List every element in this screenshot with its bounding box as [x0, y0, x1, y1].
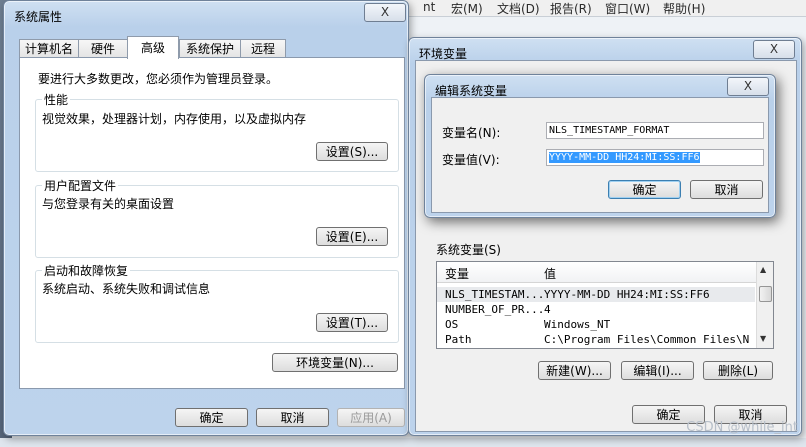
- close-button[interactable]: X: [364, 3, 406, 22]
- delete-variable-button[interactable]: 删除(L): [703, 361, 773, 380]
- var-name: Path: [445, 333, 472, 346]
- user-profiles-label: 用户配置文件: [42, 177, 119, 194]
- tab-computer-name[interactable]: 计算机名: [19, 39, 79, 58]
- variable-value-input[interactable]: YYYY-MM-DD HH24:MI:SS:FF6: [546, 149, 764, 166]
- table-row[interactable]: OS Windows_NT: [437, 317, 755, 332]
- edit-variable-body: 变量名(N): NLS_TIMESTAMP_FORMAT 变量值(V): YYY…: [431, 97, 769, 213]
- window-title: 系统属性: [14, 10, 63, 24]
- close-button[interactable]: X: [727, 77, 769, 96]
- var-value: YYYY-MM-DD HH24:MI:SS:FF6: [544, 288, 710, 301]
- performance-settings-button[interactable]: 设置(S)...: [316, 142, 388, 161]
- system-variables-list[interactable]: 变量 值 NLS_TIMESTAM... YYYY-MM-DD HH24:MI:…: [436, 261, 774, 349]
- system-variables-label: 系统变量(S): [436, 243, 501, 257]
- scroll-up-icon[interactable]: ▲: [760, 265, 766, 274]
- close-button[interactable]: X: [753, 40, 795, 59]
- scroll-thumb[interactable]: [759, 286, 772, 302]
- cancel-button[interactable]: 取消: [690, 180, 763, 199]
- user-profiles-description: 与您登录有关的桌面设置: [42, 197, 175, 211]
- list-header: 变量 值: [437, 262, 773, 283]
- var-value: C:\Program Files\Common Files\N: [544, 333, 750, 346]
- column-header-variable[interactable]: 变量: [445, 265, 469, 282]
- variable-name-input[interactable]: NLS_TIMESTAMP_FORMAT: [546, 122, 764, 139]
- background-taskbar: [0, 438, 806, 447]
- apply-button[interactable]: 应用(A): [337, 408, 405, 427]
- system-properties-window: 系统属性 X 计算机名 硬件 高级 系统保护 远程 要进行大多数更改，您必须作为…: [3, 0, 409, 436]
- var-name: NLS_TIMESTAM...: [445, 288, 545, 301]
- table-row[interactable]: Path C:\Program Files\Common Files\N: [437, 332, 755, 347]
- user-profiles-settings-button[interactable]: 设置(E)...: [316, 227, 388, 246]
- var-name: OS: [445, 318, 459, 331]
- background-app-menubar: nt 宏(M) 文档(D) 报告(R) 窗口(W) 帮助(H): [405, 0, 806, 17]
- tab-page-advanced: 要进行大多数更改，您必须作为管理员登录。 性能 视觉效果，处理器计划，内存使用，…: [19, 57, 405, 389]
- startup-recovery-label: 启动和故障恢复: [42, 262, 131, 279]
- variable-name-label: 变量名(N):: [442, 126, 501, 140]
- bg-menu-item[interactable]: 帮助(H): [663, 0, 705, 17]
- vertical-scrollbar[interactable]: ▲ ▼: [756, 262, 773, 348]
- new-variable-button[interactable]: 新建(W)...: [538, 361, 611, 380]
- startup-recovery-settings-button[interactable]: 设置(T)...: [316, 313, 388, 332]
- tab-remote[interactable]: 远程: [240, 39, 286, 58]
- var-name: NUMBER_OF_PR...: [445, 303, 545, 316]
- startup-recovery-description: 系统启动、系统失败和调试信息: [42, 282, 211, 296]
- column-header-value[interactable]: 值: [544, 265, 556, 282]
- admin-note: 要进行大多数更改，您必须作为管理员登录。: [38, 72, 279, 86]
- variable-value-label: 变量值(V):: [442, 153, 500, 167]
- bg-menu-item[interactable]: 窗口(W): [605, 0, 650, 17]
- performance-description: 视觉效果，处理器计划，内存使用，以及虚拟内存: [42, 112, 307, 126]
- table-row[interactable]: NLS_TIMESTAM... YYYY-MM-DD HH24:MI:SS:FF…: [437, 287, 755, 302]
- ok-button[interactable]: 确定: [608, 180, 681, 199]
- bg-menu-item[interactable]: 文档(D): [497, 0, 540, 17]
- environment-variables-button[interactable]: 环境变量(N)...: [272, 353, 398, 372]
- edit-variable-button[interactable]: 编辑(I)...: [621, 361, 694, 380]
- bg-menu-item[interactable]: 宏(M): [451, 0, 483, 17]
- watermark: CSDN @while_int: [686, 420, 798, 435]
- table-row[interactable]: NUMBER_OF_PR... 4: [437, 302, 755, 317]
- cancel-button[interactable]: 取消: [256, 408, 329, 427]
- bg-menu-item[interactable]: 报告(R): [550, 0, 592, 17]
- tab-advanced[interactable]: 高级: [127, 36, 179, 59]
- variable-value-selection: YYYY-MM-DD HH24:MI:SS:FF6: [549, 152, 700, 163]
- tab-system-protection[interactable]: 系统保护: [179, 39, 241, 58]
- bg-menu-item[interactable]: nt: [423, 0, 435, 14]
- tab-hardware[interactable]: 硬件: [78, 39, 128, 58]
- edit-system-variable-dialog: 编辑系统变量 X 变量名(N): NLS_TIMESTAMP_FORMAT 变量…: [424, 74, 776, 218]
- performance-label: 性能: [42, 91, 71, 108]
- ok-button[interactable]: 确定: [175, 408, 248, 427]
- var-value: 4: [544, 303, 551, 316]
- scroll-down-icon[interactable]: ▼: [760, 334, 766, 343]
- var-value: Windows_NT: [544, 318, 611, 331]
